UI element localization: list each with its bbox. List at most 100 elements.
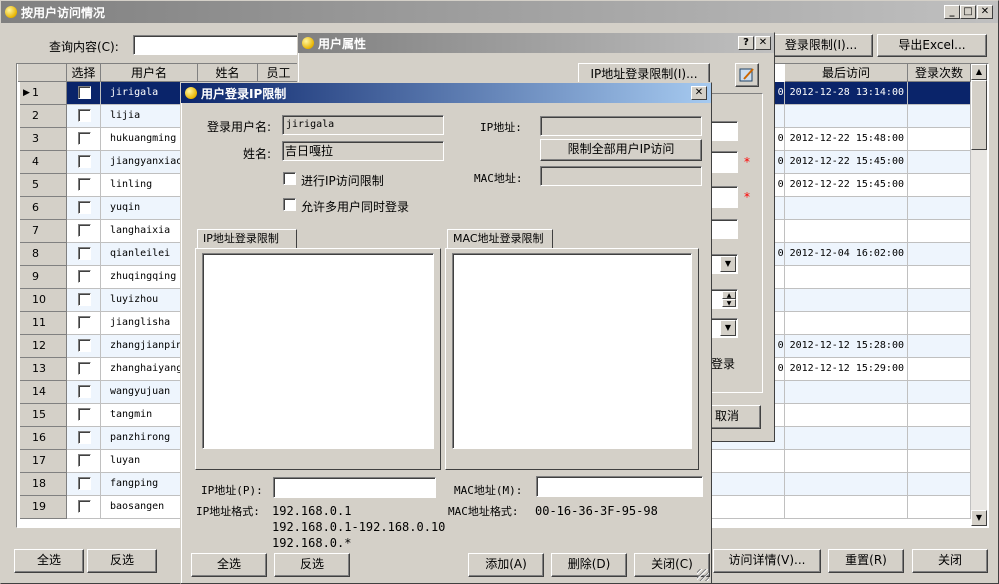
last-visit-cell[interactable] [720,450,908,473]
login-count-cell[interactable] [908,381,971,404]
login-count-cell[interactable] [908,312,971,335]
row-checkbox[interactable] [78,339,91,352]
row-number[interactable]: 4 [20,151,67,174]
props-field-1[interactable] [710,121,738,141]
row-number[interactable]: ▶ 1 [20,82,67,105]
mac-list[interactable] [452,253,692,449]
props-combo-1[interactable]: ▼ [710,254,738,274]
login-count-cell[interactable] [908,82,971,105]
query-input[interactable] [133,35,303,55]
login-count-cell[interactable] [908,105,971,128]
col-header-username[interactable]: 用户名 [101,64,198,82]
select-cell[interactable] [67,335,101,358]
grid-vscrollbar[interactable]: ▲ ▼ [971,64,987,526]
select-cell[interactable] [67,82,101,105]
col-header-employee[interactable]: 员工 [258,64,300,82]
login-count-cell[interactable] [908,197,971,220]
login-count-cell[interactable] [908,128,971,151]
select-cell[interactable] [67,450,101,473]
row-checkbox[interactable] [78,109,91,122]
row-number[interactable]: 15 [20,404,67,427]
ipdlg-delete-button[interactable]: 删除(D) [551,553,627,577]
limit-all-users-button[interactable]: 限制全部用户IP访问 [540,139,702,161]
row-checkbox[interactable] [78,408,91,421]
minimize-button[interactable]: _ [944,5,960,19]
row-number[interactable]: 17 [20,450,67,473]
row-checkbox[interactable] [78,316,91,329]
row-checkbox[interactable] [78,454,91,467]
ipdlg-close-button[interactable]: ✕ [691,86,707,100]
col-header-name[interactable]: 姓名 [198,64,258,82]
row-checkbox[interactable] [78,132,91,145]
row-number[interactable]: 10 [20,289,67,312]
props-tool-button[interactable] [735,63,759,87]
select-all-button[interactable]: 全选 [14,549,84,573]
row-checkbox[interactable] [78,293,91,306]
mac-input[interactable] [536,476,703,497]
select-cell[interactable] [67,289,101,312]
spin-up-icon[interactable]: ▲ [722,291,736,299]
props-spinner[interactable]: ▲ ▼ [710,289,738,309]
select-cell[interactable] [67,220,101,243]
resize-grip-icon[interactable] [697,569,709,581]
col-header-select[interactable]: 选择 [67,64,101,82]
select-cell[interactable] [67,197,101,220]
props-field-2[interactable] [710,151,738,173]
row-number[interactable]: 12 [20,335,67,358]
select-cell[interactable] [67,427,101,450]
props-field-3[interactable] [710,186,738,208]
tab-ip-restriction[interactable]: IP地址登录限制 [197,229,297,249]
chevron-down-icon[interactable]: ▼ [720,320,736,336]
login-count-cell[interactable] [908,496,971,519]
row-number[interactable]: 9 [20,266,67,289]
login-count-cell[interactable] [908,358,971,381]
last-visit-cell[interactable] [720,473,908,496]
select-cell[interactable] [67,105,101,128]
row-number[interactable]: 14 [20,381,67,404]
login-count-cell[interactable] [908,220,971,243]
select-cell[interactable] [67,358,101,381]
row-number[interactable]: 13 [20,358,67,381]
props-close-button[interactable]: ✕ [755,36,771,50]
main-close-button[interactable]: 关闭 [912,549,988,573]
scroll-up-arrow[interactable]: ▲ [971,64,987,80]
row-number[interactable]: 3 [20,128,67,151]
close-button[interactable]: ✕ [977,5,993,19]
row-number[interactable]: 6 [20,197,67,220]
login-count-cell[interactable] [908,450,971,473]
select-cell[interactable] [67,243,101,266]
select-cell[interactable] [67,174,101,197]
select-cell[interactable] [67,381,101,404]
scroll-down-arrow[interactable]: ▼ [971,510,987,526]
reset-button[interactable]: 重置(R) [828,549,904,573]
invert-selection-button[interactable]: 反选 [87,549,157,573]
tab-mac-restriction[interactable]: MAC地址登录限制 [447,229,553,249]
ip-input[interactable] [273,477,436,498]
maximize-button[interactable]: □ [960,5,976,19]
row-number[interactable]: 2 [20,105,67,128]
row-number[interactable]: 5 [20,174,67,197]
multi-login-checkbox[interactable] [283,198,296,211]
ipdlg-invert-button[interactable]: 反选 [274,553,350,577]
row-checkbox[interactable] [78,500,91,513]
select-cell[interactable] [67,404,101,427]
chevron-down-icon[interactable]: ▼ [720,256,736,272]
row-checkbox[interactable] [78,431,91,444]
login-count-cell[interactable] [908,266,971,289]
select-cell[interactable] [67,312,101,335]
ip-limit-checkbox[interactable] [283,172,296,185]
select-cell[interactable] [67,473,101,496]
col-header-login-count[interactable]: 登录次数 [908,64,971,82]
export-excel-button[interactable]: 导出Excel... [877,34,987,57]
login-count-cell[interactable] [908,473,971,496]
login-count-cell[interactable] [908,404,971,427]
row-checkbox[interactable] [78,270,91,283]
scroll-thumb[interactable] [971,80,987,150]
row-checkbox[interactable] [78,247,91,260]
login-count-cell[interactable] [908,335,971,358]
row-checkbox[interactable] [78,362,91,375]
visit-detail-button[interactable]: 访问详情(V)... [713,549,821,573]
row-checkbox[interactable] [78,86,91,99]
spin-down-icon[interactable]: ▼ [722,299,736,307]
select-cell[interactable] [67,151,101,174]
